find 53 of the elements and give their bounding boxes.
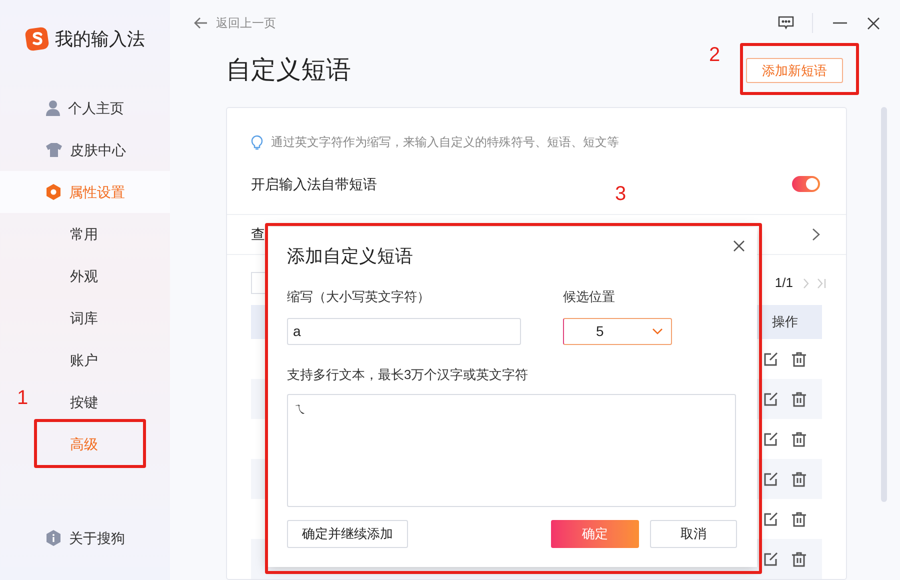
edit-icon[interactable] [764,352,778,366]
person-icon [46,100,60,116]
page-indicator: 1/1 [774,274,793,292]
field-label: 候选位置 [563,288,616,306]
delete-icon[interactable] [792,512,806,526]
sidebar-subitem[interactable]: 账户 [70,339,98,381]
delete-icon[interactable] [792,392,806,406]
field-label: 支持多行文本，最长3万个汉字或英文字符 [287,366,530,384]
dialog-title: 添加自定义短语 [287,245,413,268]
action-header: 操作 [772,313,798,332]
delete-icon[interactable] [792,352,806,366]
info-icon [46,530,61,546]
position-select[interactable]: 5 [563,318,672,344]
sidebar-subitem[interactable]: 常用 [70,213,98,255]
annotation-number: 1 [17,388,28,408]
annotation-number: 3 [615,184,626,204]
edit-icon[interactable] [764,392,778,406]
edit-icon[interactable] [764,472,778,486]
delete-icon[interactable] [792,472,806,486]
delete-icon[interactable] [792,552,806,566]
app-title: 我的输入法 [55,28,145,50]
edit-icon[interactable] [764,512,778,526]
confirm-continue-button[interactable]: 确定并继续添加 [287,520,408,548]
sidebar-subitem[interactable]: 按键 [70,381,98,423]
tip-text: 通过英文字符作为缩写，来输入自定义的特殊符号、短语、短文等 [271,134,619,151]
minimize-icon[interactable] [833,22,847,24]
shirt-icon [46,143,62,157]
close-icon[interactable] [867,16,880,30]
delete-icon[interactable] [792,432,806,446]
toggle-label: 开启输入法自带短语 [251,174,377,194]
field-label: 缩写（大小写英文字符） [287,288,431,306]
logo-icon [25,27,49,51]
toggle-switch[interactable] [792,176,820,192]
sidebar-item[interactable]: 个人主页 [0,87,170,129]
abbreviation-field[interactable]: a [287,318,521,344]
cancel-button[interactable]: 取消 [650,520,737,548]
sidebar-subitem[interactable]: 词库 [70,297,98,339]
page-title: 自定义短语 [226,55,351,86]
edit-icon[interactable] [764,432,778,446]
bulb-icon [251,134,263,150]
message-icon[interactable] [778,16,794,30]
phrase-link-label[interactable]: 查 [251,224,265,245]
chevron-down-icon [652,328,663,334]
phrase-text-field[interactable]: ㄟ [287,394,736,507]
sidebar-subitem[interactable]: 外观 [70,255,98,297]
chevron-right-icon[interactable] [812,228,820,241]
annotation-number: 2 [709,45,720,65]
edit-icon[interactable] [764,552,778,566]
hexagon-icon [46,184,61,200]
sidebar-item[interactable]: 皮肤中心 [0,129,170,171]
close-icon[interactable] [733,240,745,252]
back-arrow-icon[interactable] [194,17,208,30]
about-link[interactable]: 关于搜狗 [69,528,125,548]
